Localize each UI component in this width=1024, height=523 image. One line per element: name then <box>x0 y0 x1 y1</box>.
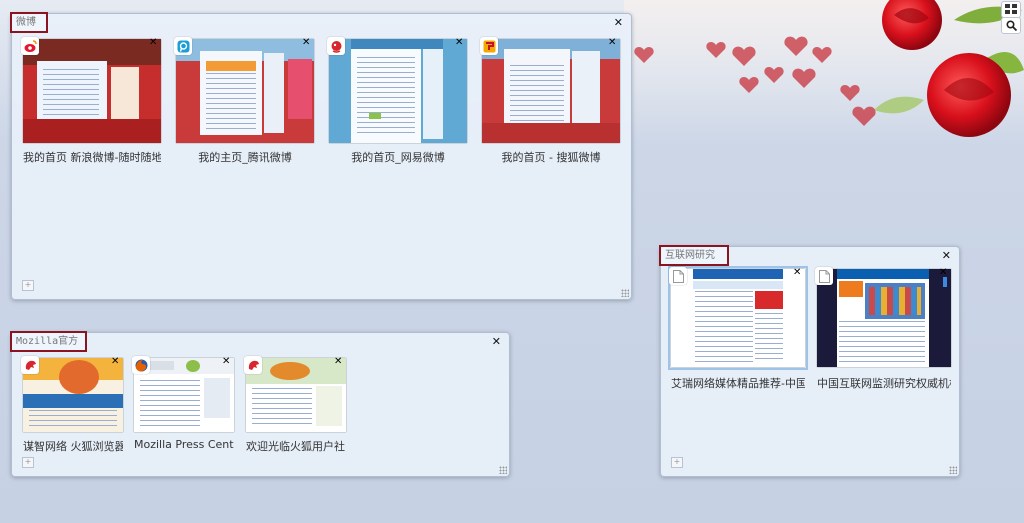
tab-title: 我的主页_腾讯微博 <box>198 151 292 164</box>
tab-card[interactable]: ✕ 中国互联网监测研究权威机构 <box>815 267 951 390</box>
tab-card[interactable]: ✕ 艾瑞网络媒体精品推荐-中国 <box>668 266 808 390</box>
group-close-button[interactable]: ✕ <box>942 250 951 261</box>
tab-close-button[interactable]: ✕ <box>149 38 157 48</box>
tab-close-button[interactable]: ✕ <box>111 357 119 367</box>
grid-icon <box>1005 4 1017 14</box>
mozilla-dino-icon <box>21 356 39 374</box>
tab-card[interactable]: ✕ Mozilla Press Center <box>132 356 234 453</box>
tencent-weibo-icon <box>174 37 192 55</box>
tab-title: 我的首页 新浪微博-随时随地 <box>23 151 161 164</box>
blank-page-icon <box>669 267 687 285</box>
group-title-mozilla[interactable]: Mozilla官方 <box>10 331 87 352</box>
tab-title: 谋智网络 火狐浏览器 <box>23 440 123 453</box>
search-button[interactable] <box>1001 17 1021 34</box>
new-tab-in-group-button[interactable]: + <box>671 457 683 468</box>
tab-title: 我的首页_网易微博 <box>351 151 445 164</box>
group-title-weibo[interactable]: 微博 <box>10 12 48 33</box>
tab-group-internet-research[interactable]: 互联网研究 ✕ ✕ 艾瑞网络媒体精品推荐-中国 ✕ 中国互联网监测研究权威机构 … <box>659 245 960 477</box>
tab-close-button[interactable]: ✕ <box>334 357 342 367</box>
tab-card[interactable]: ✕ 欢迎光临火狐用户社区 <box>244 356 346 453</box>
tab-title: Mozilla Press Center <box>134 438 234 451</box>
new-tab-in-group-button[interactable]: + <box>22 457 34 468</box>
tab-close-button[interactable]: ✕ <box>302 38 310 48</box>
tab-thumbnail[interactable] <box>668 266 808 370</box>
tab-thumbnail[interactable] <box>817 269 951 367</box>
tab-card[interactable]: ✕ 谋智网络 火狐浏览器 <box>21 356 123 453</box>
tab-card[interactable]: ✕ 我的首页_网易微博 <box>327 37 467 167</box>
tab-card[interactable]: ✕ 我的首页 新浪微博-随时随地 <box>21 37 161 167</box>
search-icon <box>1005 20 1017 31</box>
tab-title: 中国互联网监测研究权威机构 <box>817 377 951 390</box>
tab-close-button[interactable]: ✕ <box>608 38 616 48</box>
blank-page-icon <box>815 267 833 285</box>
tab-card[interactable]: ✕ 我的首页 - 搜狐微博 <box>480 37 620 167</box>
tab-title: 我的首页 - 搜狐微博 <box>501 151 601 164</box>
group-resize-handle[interactable] <box>949 466 957 474</box>
tab-card[interactable]: ✕ 我的主页_腾讯微博 <box>174 37 314 167</box>
tab-thumbnail[interactable] <box>176 39 314 143</box>
tab-groups-menu-button[interactable] <box>1001 1 1021 18</box>
tab-close-button[interactable]: ✕ <box>939 268 947 278</box>
group-resize-handle[interactable] <box>499 466 507 474</box>
tab-group-mozilla[interactable]: Mozilla官方 ✕ ✕ 谋智网络 火狐浏览器 ✕ Mozilla Press… <box>10 331 510 477</box>
tab-title: 欢迎光临火狐用户社区 <box>246 440 346 453</box>
mozilla-dino-icon <box>244 356 262 374</box>
group-resize-handle[interactable] <box>621 289 629 297</box>
netease-weibo-icon <box>327 37 345 55</box>
sina-weibo-icon <box>21 37 39 55</box>
tab-group-weibo[interactable]: 微博 ✕ ✕ 我的首页 新浪微博-随时随地 ✕ 我的主页_腾讯微博 ✕ 我的首页… <box>10 12 632 300</box>
group-close-button[interactable]: ✕ <box>614 17 623 28</box>
tab-thumbnail[interactable] <box>482 39 620 143</box>
tab-close-button[interactable]: ✕ <box>222 357 230 367</box>
group-close-button[interactable]: ✕ <box>492 336 501 347</box>
firefox-icon <box>132 356 150 374</box>
tab-close-button[interactable]: ✕ <box>793 268 801 278</box>
sohu-weibo-icon <box>480 37 498 55</box>
tab-title: 艾瑞网络媒体精品推荐-中国 <box>671 377 805 390</box>
tab-close-button[interactable]: ✕ <box>455 38 463 48</box>
group-title-internet-research[interactable]: 互联网研究 <box>659 245 729 266</box>
tab-thumbnail[interactable] <box>23 39 161 143</box>
rose-background-decoration <box>624 0 1024 150</box>
new-tab-in-group-button[interactable]: + <box>22 280 34 291</box>
tab-thumbnail[interactable] <box>329 39 467 143</box>
